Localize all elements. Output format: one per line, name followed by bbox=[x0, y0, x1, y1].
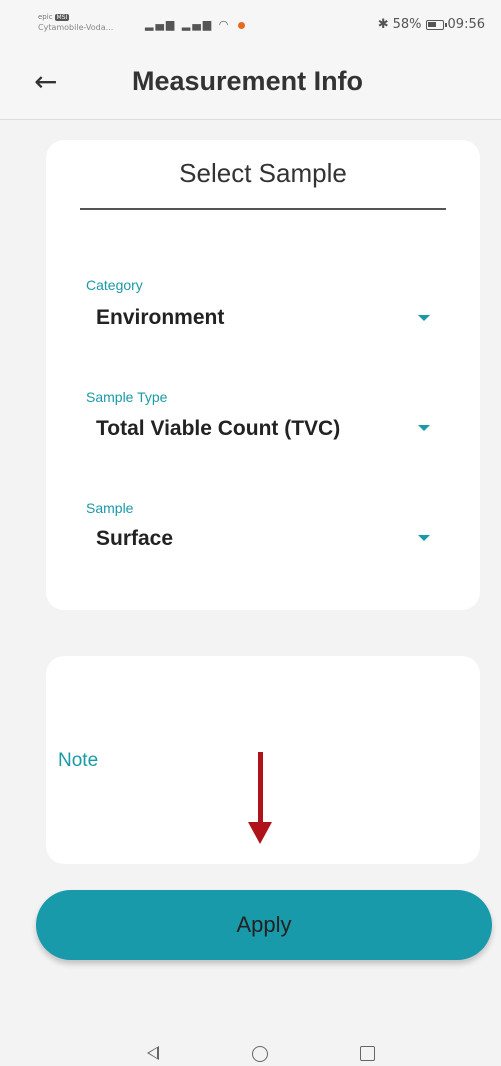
page-title: Measurement Info bbox=[132, 66, 364, 96]
divider bbox=[80, 208, 446, 210]
status-bar: epic MSI Cytamobile-Voda... ▂▄▆ ▂▄▆ ◠ ✱ 5… bbox=[0, 0, 501, 52]
nav-home-icon[interactable] bbox=[252, 1046, 268, 1062]
signal-icon: ▂▄▆ bbox=[145, 18, 177, 31]
carrier-network: Cytamobile-Voda... bbox=[38, 23, 114, 32]
notification-dot-icon bbox=[237, 21, 245, 29]
nav-recent-icon[interactable] bbox=[360, 1046, 375, 1061]
note-label: Note bbox=[58, 750, 99, 771]
bluetooth-icon: ✱ bbox=[377, 17, 389, 32]
category-dropdown[interactable]: Environment bbox=[96, 306, 224, 330]
clock: 09:56 bbox=[447, 17, 485, 32]
signal-icons: ▂▄▆ ▂▄▆ ◠ bbox=[145, 18, 245, 31]
nav-back-icon[interactable] bbox=[147, 1046, 159, 1060]
carrier-label: epic MSI bbox=[38, 13, 70, 21]
battery-percent: 58% bbox=[392, 17, 422, 32]
status-right: ✱ 58% 09:56 bbox=[378, 17, 485, 32]
select-sample-title: Select Sample bbox=[179, 158, 347, 188]
chevron-down-icon[interactable] bbox=[418, 425, 430, 431]
sample-label: Sample bbox=[86, 500, 134, 516]
select-sample-card: Select Sample Category Environment Sampl… bbox=[46, 140, 480, 610]
apply-button[interactable]: Apply bbox=[36, 890, 492, 960]
arrow-left-icon[interactable]: ← bbox=[34, 68, 70, 100]
app-bar: ← Measurement Info bbox=[0, 52, 501, 120]
annotation-arrow bbox=[258, 752, 263, 824]
carrier-name: epic bbox=[38, 13, 53, 21]
system-nav-bar bbox=[0, 1032, 501, 1066]
sample-type-label: Sample Type bbox=[86, 389, 168, 405]
sample-dropdown[interactable]: Surface bbox=[96, 527, 173, 551]
carrier-badge: MSI bbox=[54, 14, 70, 21]
sample-type-dropdown[interactable]: Total Viable Count (TVC) bbox=[96, 417, 340, 441]
signal-icon: ▂▄▆ bbox=[181, 18, 214, 31]
battery-icon bbox=[425, 19, 447, 30]
category-label: Category bbox=[86, 277, 143, 293]
arrow-down-icon bbox=[248, 822, 272, 844]
wifi-icon: ◠ bbox=[218, 18, 231, 31]
chevron-down-icon[interactable] bbox=[418, 315, 430, 321]
chevron-down-icon[interactable] bbox=[418, 535, 430, 541]
